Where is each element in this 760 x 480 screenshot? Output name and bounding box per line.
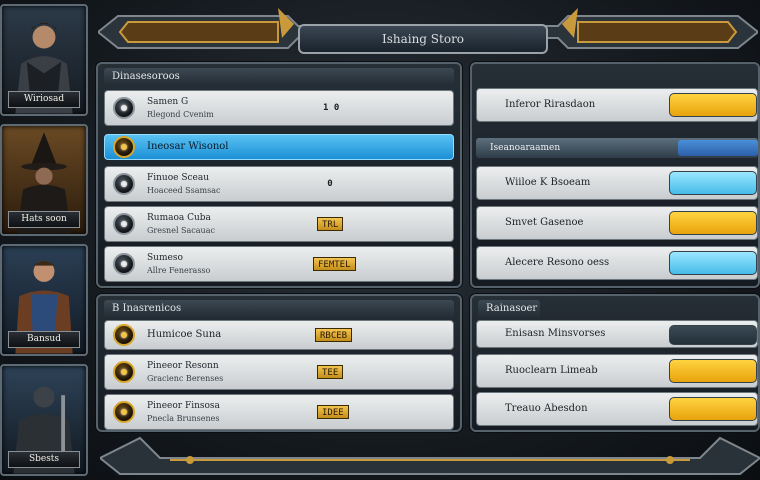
skill-value: TRL (317, 217, 344, 231)
stat-row[interactable]: Wiiloe K Bsoeam (476, 166, 758, 200)
stat-label: Alecere Resono oess (505, 257, 610, 268)
portrait-1[interactable]: Wiriosad (0, 4, 88, 116)
ability-desc: Gracienc Berenses (147, 374, 224, 383)
stat-row[interactable]: Alecere Resono oess (476, 246, 758, 280)
status-row[interactable]: Ruoclearn Limeab (476, 354, 758, 388)
ability-name: Pineeor Resonn (147, 361, 219, 371)
ability-row[interactable]: Humicoe Suna RBCEB (104, 320, 454, 350)
stat-label: Smvet Gasenoe (505, 217, 584, 228)
ability-name: Pineeor Finsosa (147, 401, 220, 411)
skill-name: Ineosar Wisonol (147, 141, 229, 152)
skill-name: Sumeso (147, 253, 183, 263)
status-label: Ruoclearn Limeab (505, 365, 598, 376)
stat-label: Wiiloe K Bsoeam (505, 177, 591, 188)
status-row[interactable]: Enisasn Minsvorses (476, 320, 758, 348)
ability-icon (113, 324, 135, 346)
ability-value: IDEE (317, 405, 349, 419)
stat-bar (669, 171, 757, 195)
skill-name: Finuoe Sceau (147, 173, 210, 183)
skill-icon (113, 213, 135, 235)
ability-row[interactable]: Pineeor Finsosa Pnecla Brunsenes IDEE (104, 394, 454, 430)
skill-row[interactable]: Samen G Rlegond Cvenim 1 0 (104, 90, 454, 126)
stats-subheader-accent (678, 140, 758, 156)
skill-value: 0 (327, 179, 333, 189)
skill-row[interactable]: Finuoe Sceau Hoaceed Ssamsac 0 (104, 166, 454, 202)
footer-ornament (100, 436, 760, 475)
portrait-name: Bansud (8, 331, 80, 348)
stat-row[interactable]: Smvet Gasenoe (476, 206, 758, 240)
portrait-name: Sbests (8, 451, 80, 468)
ability-row[interactable]: Pineeor Resonn Gracienc Berenses TEE (104, 354, 454, 390)
skills-panel: Dinasesoroos Samen G Rlegond Cvenim 1 0 … (96, 62, 462, 288)
status-panel: Rainasoer Enisasn Minsvorses Ruoclearn L… (470, 294, 760, 432)
skill-desc: Gresnel Sacauac (147, 226, 215, 235)
skill-value: 1 0 (323, 103, 340, 113)
skill-row-selected[interactable]: Ineosar Wisonol (104, 134, 454, 160)
portrait-4[interactable]: Sbests (0, 364, 88, 476)
portrait-2[interactable]: Hats soon (0, 124, 88, 236)
skills-panel-header: Dinasesoroos (104, 68, 454, 86)
status-label: Treauo Abesdon (505, 403, 588, 414)
skill-row[interactable]: Sumeso Allre Fenerasso FEMTEL (104, 246, 454, 282)
portrait-3[interactable]: Bansud (0, 244, 88, 356)
ability-name: Humicoe Suna (147, 329, 222, 340)
status-panel-header: Rainasoer (478, 300, 540, 318)
skill-icon (113, 173, 135, 195)
stats-subheader-label: Iseanoaraamen (490, 143, 561, 153)
status-row[interactable]: Treauo Abesdon (476, 392, 758, 426)
ability-icon (113, 361, 135, 383)
skill-name: Rumaoa Cuba (147, 213, 211, 223)
abilities-panel: B Inasrenicos Humicoe Suna RBCEB Pineeor… (96, 294, 462, 432)
skill-desc: Rlegond Cvenim (147, 110, 214, 119)
stat-row[interactable]: Inferor Rirasdaon (476, 88, 758, 122)
abilities-panel-header: B Inasrenicos (104, 300, 454, 318)
stats-subheader: Iseanoaraamen (476, 138, 758, 158)
stats-panel: Inferor Rirasdaon Iseanoaraamen Wiiloe K… (470, 62, 760, 288)
portrait-name: Wiriosad (8, 91, 80, 108)
skill-name: Samen G (147, 97, 189, 107)
portrait-name: Hats soon (8, 211, 80, 228)
skill-icon (113, 97, 135, 119)
skill-icon (113, 136, 135, 158)
skill-desc: Allre Fenerasso (147, 266, 211, 275)
status-bar (669, 359, 757, 383)
skill-icon (113, 253, 135, 275)
screen-title: Ishaing Storo (298, 24, 548, 54)
stat-label: Inferor Rirasdaon (505, 99, 596, 110)
stat-bar (669, 251, 757, 275)
ability-value: RBCEB (315, 328, 353, 342)
status-label: Enisasn Minsvorses (505, 328, 606, 339)
status-bar (669, 397, 757, 421)
stat-bar (669, 93, 757, 117)
stat-bar (669, 211, 757, 235)
skill-value: FEMTEL (313, 257, 356, 271)
skill-desc: Hoaceed Ssamsac (147, 186, 221, 195)
skill-row[interactable]: Rumaoa Cuba Gresnel Sacauac TRL (104, 206, 454, 242)
ability-icon (113, 401, 135, 423)
ability-desc: Pnecla Brunsenes (147, 414, 220, 423)
ability-value: TEE (317, 365, 344, 379)
status-bar (669, 325, 757, 345)
character-portrait-column: Wiriosad Hats soon Bansud Sbests (0, 0, 92, 480)
